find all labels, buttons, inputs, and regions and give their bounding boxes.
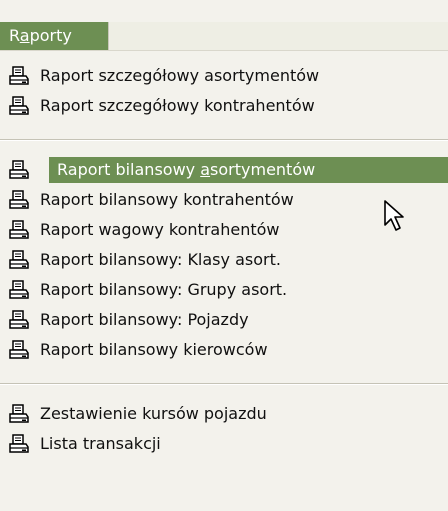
menu-item-raport-szczegolowy-asortymentow[interactable]: Raport szczegółowy asortymentów	[6, 61, 448, 91]
menu-item-label: Zestawienie kursów pojazdu	[40, 404, 267, 423]
printer-icon	[9, 434, 29, 453]
menu-item-raport-bilansowy-klasy-asort[interactable]: Raport bilansowy: Klasy asort.	[6, 245, 448, 275]
printer-icon	[9, 250, 29, 269]
label-prefix: Raport bilansowy	[57, 160, 201, 179]
app-window: Raporty Raport szczegółowy asortymentów	[0, 0, 448, 511]
menu-item-lista-transakcji[interactable]: Lista transakcji	[6, 429, 448, 459]
menu-title-prefix: R	[9, 26, 20, 45]
menu-bar: Raporty	[0, 22, 448, 51]
menu-item-label: Raport szczegółowy asortymentów	[40, 66, 320, 85]
printer-icon	[9, 190, 29, 209]
menu-item-raport-bilansowy-kontrahentow[interactable]: Raport bilansowy kontrahentów	[6, 185, 448, 215]
menu-item-label: Raport szczegółowy kontrahentów	[40, 96, 315, 115]
menu-title-mnemonic: a	[19, 26, 30, 45]
menu-item-raport-bilansowy-asortymentow[interactable]: Raport bilansowy asortymentów	[6, 155, 448, 185]
dropdown-menu-raporty: Raport szczegółowy asortymentów Raport s…	[0, 51, 448, 511]
printer-icon	[9, 404, 29, 423]
menu-item-raport-szczegolowy-kontrahentow[interactable]: Raport szczegółowy kontrahentów	[6, 91, 448, 121]
printer-icon	[9, 310, 29, 329]
menu-item-label: Raport bilansowy: Grupy asort.	[40, 280, 288, 299]
menu-item-label: Raport bilansowy asortymentów	[57, 155, 315, 185]
printer-icon	[9, 220, 29, 239]
menu-item-raport-bilansowy-pojazdy[interactable]: Raport bilansowy: Pojazdy	[6, 305, 448, 335]
menu-item-zestawienie-kursow-pojazdu[interactable]: Zestawienie kursów pojazdu	[6, 399, 448, 429]
menu-title-suffix: porty	[29, 26, 72, 45]
printer-icon	[9, 66, 29, 85]
printer-icon	[9, 96, 29, 115]
menu-item-label: Raport wagowy kontrahentów	[40, 220, 280, 239]
menu-item-label: Lista transakcji	[40, 434, 161, 453]
printer-icon	[9, 280, 29, 299]
menu-raporty[interactable]: Raporty	[0, 22, 108, 50]
label-mnemonic: a	[200, 160, 211, 179]
menu-item-label: Raport bilansowy kontrahentów	[40, 190, 294, 209]
printer-icon	[9, 340, 29, 359]
menu-item-raport-bilansowy-grupy-asort[interactable]: Raport bilansowy: Grupy asort.	[6, 275, 448, 305]
mouse-pointer-icon	[384, 200, 404, 231]
menu-bar-empty-area	[108, 22, 448, 50]
menu-item-raport-wagowy-kontrahentow[interactable]: Raport wagowy kontrahentów	[6, 215, 448, 245]
printer-icon	[9, 160, 29, 179]
menu-separator	[0, 139, 448, 141]
menu-item-label: Raport bilansowy: Pojazdy	[40, 310, 249, 329]
window-top-area	[0, 0, 448, 22]
menu-item-label: Raport bilansowy kierowców	[40, 340, 268, 359]
label-suffix: sortymentów	[210, 160, 316, 179]
menu-item-raport-bilansowy-kierowcow[interactable]: Raport bilansowy kierowców	[6, 335, 448, 365]
menu-item-label: Raport bilansowy: Klasy asort.	[40, 250, 281, 269]
menu-separator	[0, 383, 448, 385]
